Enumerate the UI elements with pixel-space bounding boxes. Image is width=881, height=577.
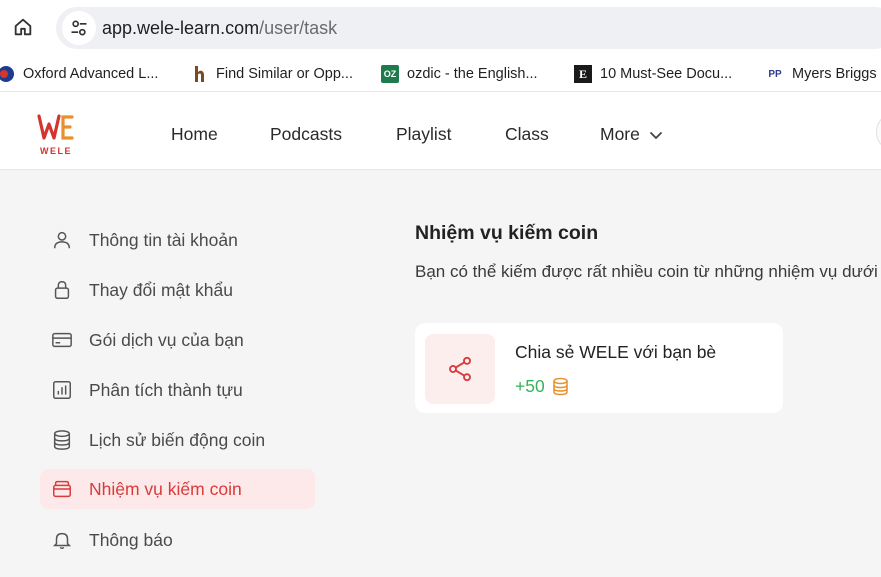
wele-logo[interactable]: WELE	[36, 112, 76, 156]
e-favicon: E	[574, 65, 592, 83]
chevron-down-icon	[649, 131, 662, 139]
wele-logo-icon	[37, 114, 74, 140]
ozdic-favicon: OZ	[381, 65, 399, 83]
chart-icon	[50, 378, 74, 402]
page-title: Nhiệm vụ kiếm coin	[415, 222, 599, 244]
sidebar-item-change-password[interactable]: Thay đổi mật khẩu	[40, 270, 315, 310]
nav-playlist[interactable]: Playlist	[396, 124, 451, 145]
sidebar-item-label: Thông tin tài khoản	[89, 229, 238, 250]
sidebar-item-achievements[interactable]: Phân tích thành tựu	[40, 370, 315, 410]
task-title: Chia sẻ WELE với bạn bè	[515, 342, 717, 362]
sidebar-item-notifications[interactable]: Thông báo	[40, 520, 315, 560]
bell-icon	[50, 528, 74, 552]
browser-toolbar: app.wele-learn.com/user/task	[0, 0, 881, 56]
wallet-icon	[50, 477, 74, 501]
oxford-favicon	[0, 65, 15, 83]
bookmark-documentaries[interactable]: E 10 Must-See Docu...	[574, 56, 732, 92]
user-icon	[50, 228, 74, 252]
bookmark-myers-briggs[interactable]: PP Myers Briggs	[766, 56, 877, 92]
sidebar-item-earn-coin-tasks[interactable]: Nhiệm vụ kiếm coin	[40, 469, 315, 509]
sidebar-item-label: Phân tích thành tựu	[89, 379, 243, 400]
sidebar-item-label: Gói dịch vụ của bạn	[89, 329, 244, 350]
share-icon	[449, 356, 471, 382]
nav-more-label: More	[600, 124, 640, 144]
task-card-share[interactable]: Chia sẻ WELE với bạn bè +50	[415, 323, 783, 413]
url-domain: app.wele-learn.com	[102, 18, 260, 38]
sidebar-item-coin-history[interactable]: Lịch sử biến động coin	[40, 420, 315, 460]
sidebar-item-account-info[interactable]: Thông tin tài khoản	[40, 220, 315, 260]
url-text[interactable]: app.wele-learn.com/user/task	[102, 18, 337, 39]
task-reward: +50	[515, 376, 569, 397]
nav-more[interactable]: More	[600, 124, 663, 145]
address-bar[interactable]: app.wele-learn.com/user/task	[56, 7, 881, 49]
sidebar-item-label: Lịch sử biến động coin	[89, 429, 266, 450]
site-info-button[interactable]	[62, 11, 96, 45]
page-description: Bạn có thể kiếm được rất nhiều coin từ n…	[415, 262, 881, 281]
nav-home[interactable]: Home	[171, 124, 218, 145]
task-reward-value: +50	[515, 376, 545, 396]
logo-text: WELE	[40, 146, 72, 156]
sidebar-item-label: Thay đổi mật khẩu	[89, 279, 233, 300]
pp-favicon: PP	[768, 68, 782, 80]
lock-icon	[50, 278, 74, 302]
user-avatar[interactable]	[876, 112, 881, 152]
nav-class[interactable]: Class	[505, 124, 549, 145]
bookmark-label: Oxford Advanced L...	[23, 66, 159, 82]
sidebar-item-service-plan[interactable]: Gói dịch vụ của bạn	[40, 320, 315, 360]
home-icon	[14, 18, 32, 36]
h-favicon	[190, 65, 208, 83]
tune-icon	[71, 20, 87, 36]
bookmark-find-similar[interactable]: Find Similar or Opp...	[190, 56, 353, 92]
bookmark-label: 10 Must-See Docu...	[600, 66, 733, 82]
sidebar-item-label: Thông báo	[89, 529, 173, 550]
coin-icon	[552, 377, 569, 396]
site-header: WELE Home Podcasts Playlist Class More	[0, 92, 881, 170]
browser-home-button[interactable]	[8, 12, 38, 42]
url-path: /user/task	[259, 18, 338, 38]
bookmarks-bar: Oxford Advanced L... Find Similar or Opp…	[0, 56, 881, 92]
nav-podcasts[interactable]: Podcasts	[270, 124, 342, 145]
bookmark-label: ozdic - the English...	[407, 66, 538, 82]
bookmark-oxford[interactable]: Oxford Advanced L...	[0, 56, 158, 92]
coins-icon	[50, 428, 74, 452]
bookmark-label: Find Similar or Opp...	[216, 66, 353, 82]
task-icon-box	[425, 334, 495, 404]
card-icon	[50, 328, 74, 352]
bookmark-label: Myers Briggs	[792, 66, 877, 82]
bookmark-ozdic[interactable]: OZ ozdic - the English...	[381, 56, 538, 92]
sidebar-item-label: Nhiệm vụ kiếm coin	[89, 478, 242, 499]
